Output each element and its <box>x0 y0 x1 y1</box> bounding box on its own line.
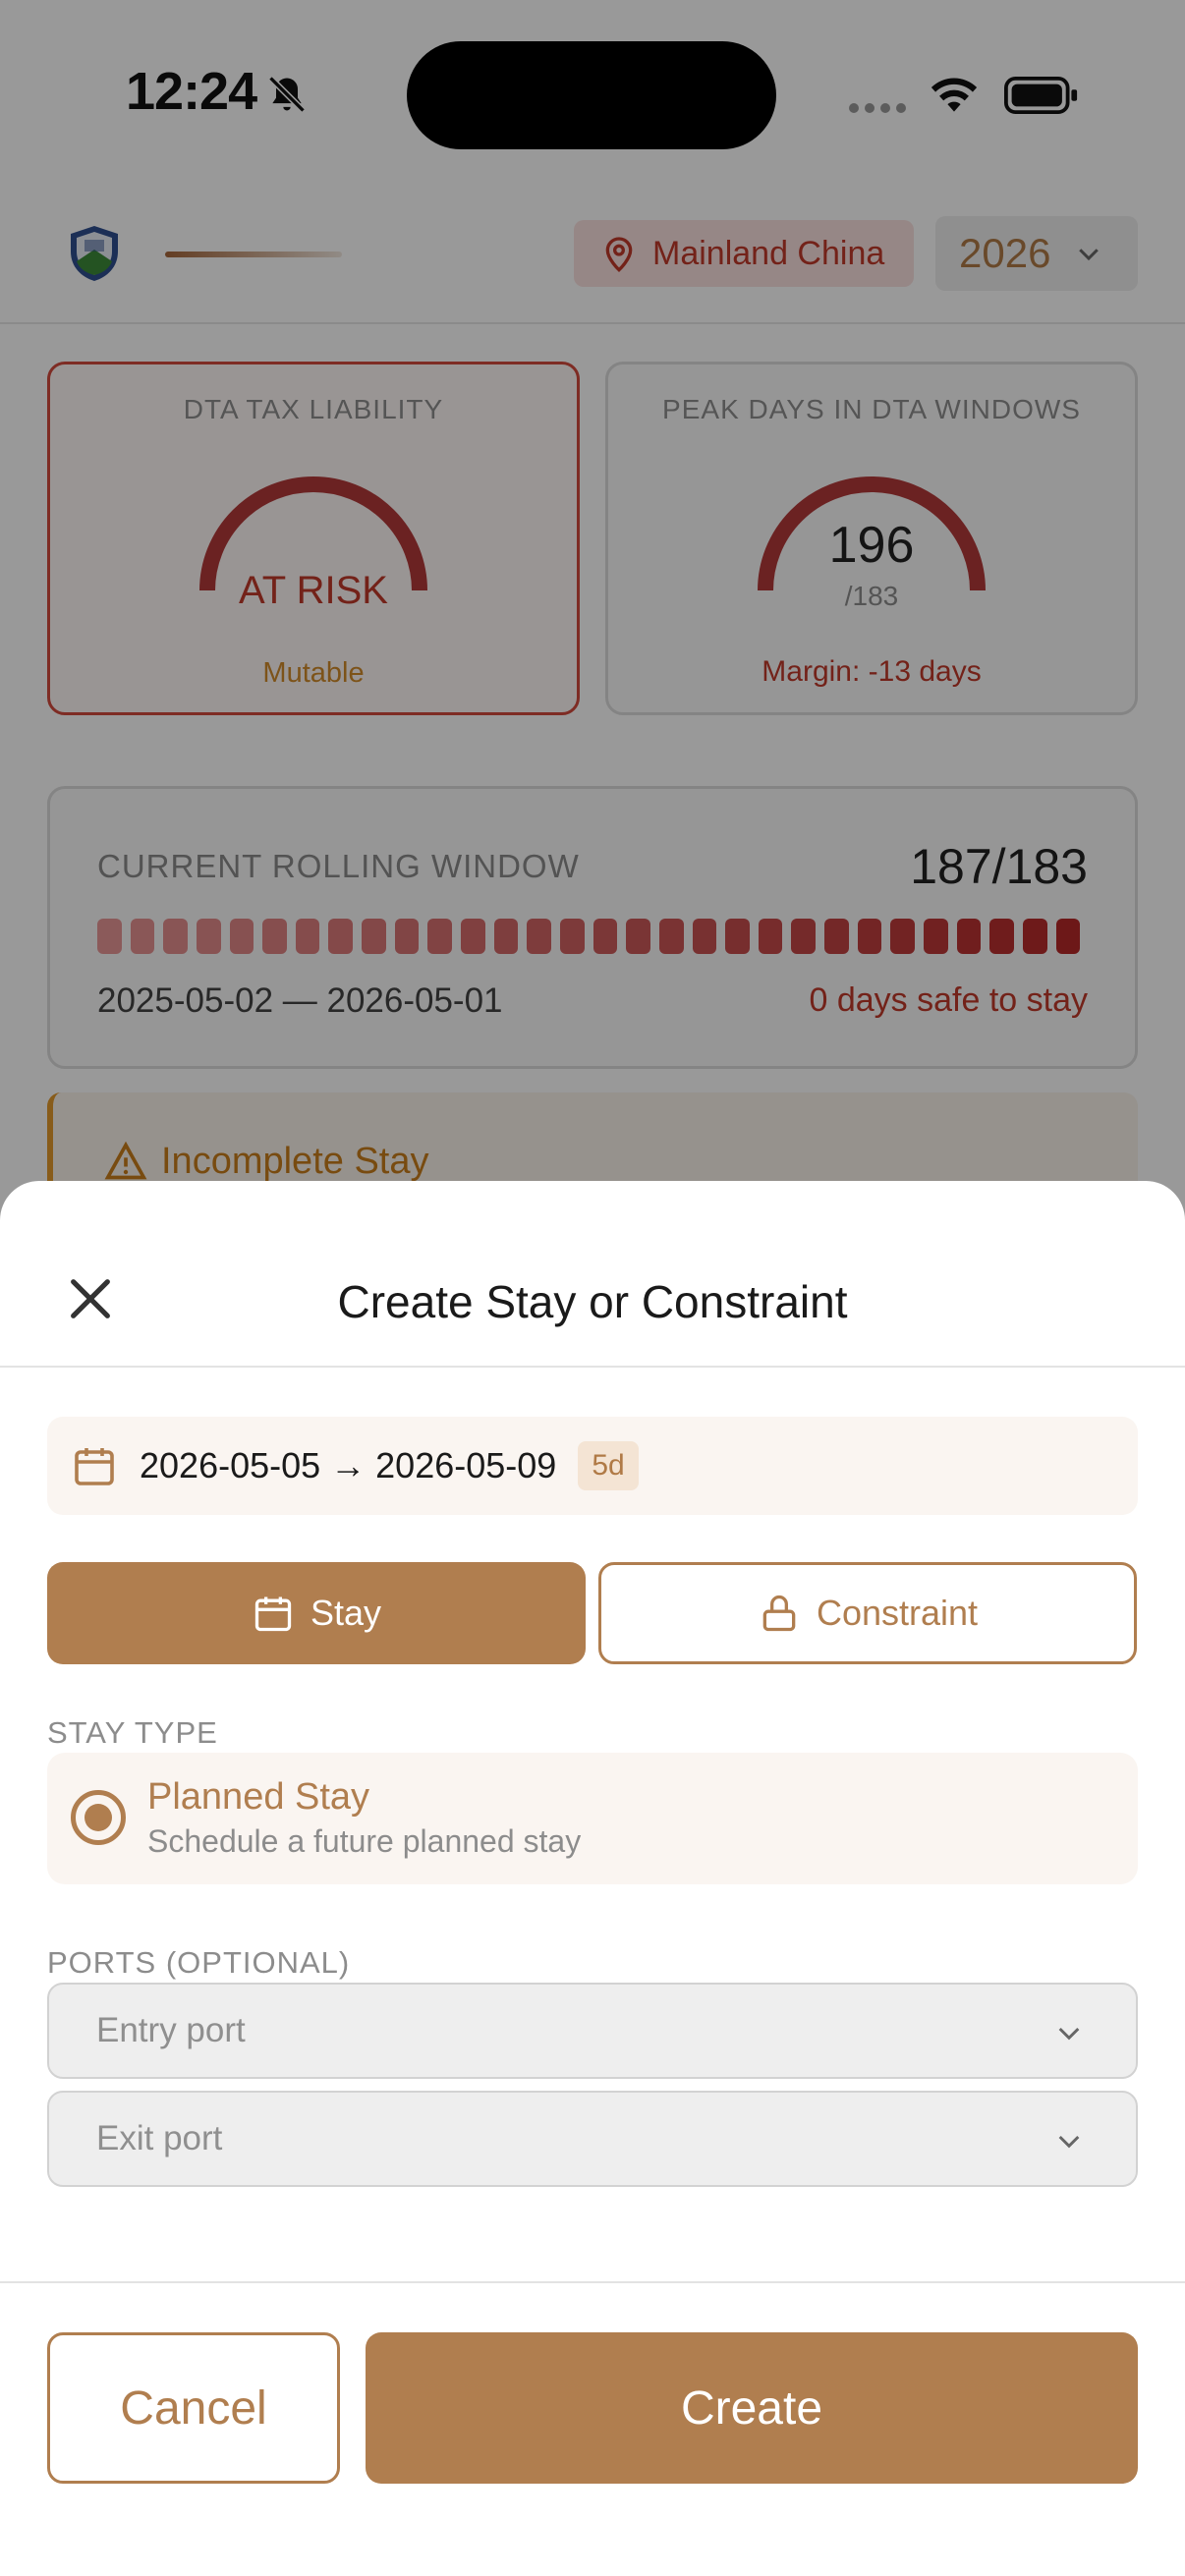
calendar-icon <box>254 1596 292 1632</box>
duration-badge: 5d <box>578 1441 639 1490</box>
planned-stay-option[interactable]: Planned Stay Schedule a future planned s… <box>47 1753 1138 1884</box>
exit-port-placeholder: Exit port <box>96 2119 223 2157</box>
calendar-icon <box>75 1448 114 1485</box>
tab-constraint-label: Constraint <box>816 1593 979 1633</box>
planned-stay-radio[interactable] <box>71 1790 126 1845</box>
tab-stay[interactable]: Stay <box>47 1562 586 1664</box>
create-button[interactable]: Create <box>366 2332 1138 2484</box>
chevron-down-icon <box>1058 2135 1080 2149</box>
stay-type-label: STAY TYPE <box>47 1715 218 1750</box>
tab-constraint[interactable]: Constraint <box>598 1562 1137 1664</box>
date-range-text: 2026-05-05 → 2026-05-09 <box>140 1445 557 1485</box>
cancel-button[interactable]: Cancel <box>47 2332 340 2484</box>
tab-stay-label: Stay <box>310 1593 382 1633</box>
planned-stay-title: Planned Stay <box>147 1776 370 1818</box>
chevron-down-icon <box>1058 2027 1080 2041</box>
planned-stay-description: Schedule a future planned stay <box>147 1823 582 1859</box>
entry-port-placeholder: Entry port <box>96 2011 246 2049</box>
create-stay-sheet: Create Stay or Constraint 2026-05-05 → 2… <box>0 1181 1185 2576</box>
date-range-row[interactable]: 2026-05-05 → 2026-05-09 5d <box>47 1417 1138 1515</box>
sheet-footer: Cancel Create <box>0 2281 1185 2576</box>
exit-port-select[interactable]: Exit port <box>47 2091 1138 2187</box>
ports-label: PORTS (OPTIONAL) <box>47 1945 351 1980</box>
sheet-title: Create Stay or Constraint <box>337 1276 848 1327</box>
entry-port-select[interactable]: Entry port <box>47 1983 1138 2079</box>
sheet-header: Create Stay or Constraint <box>0 1181 1185 1368</box>
lock-icon <box>762 1595 796 1632</box>
